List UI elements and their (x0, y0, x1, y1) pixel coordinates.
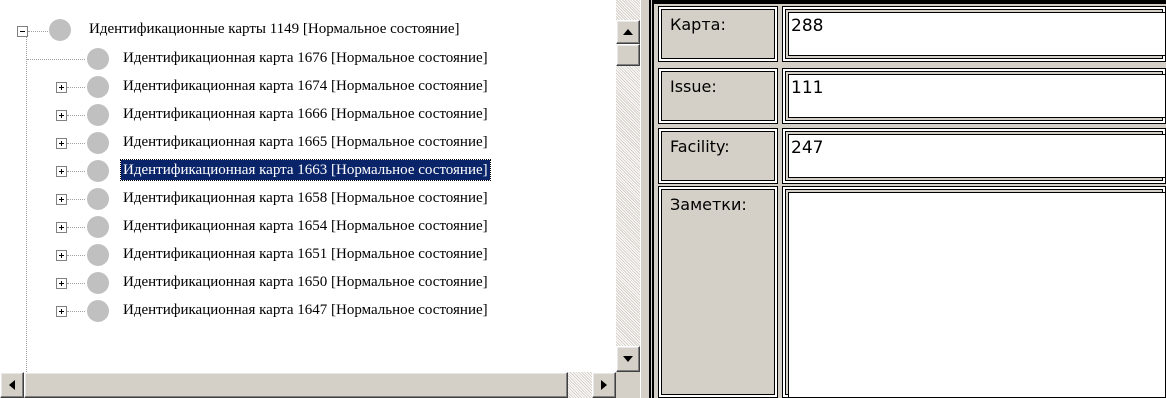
expand-expander-icon[interactable] (56, 250, 67, 261)
tree-node-root[interactable]: Идентификационные карты 1149 [Нормальное… (0, 18, 616, 46)
expand-expander-icon[interactable] (56, 306, 67, 317)
gray-circle-icon (87, 272, 109, 294)
tree-view-panel: Идентификационные карты 1149 [Нормальное… (0, 0, 640, 398)
scrollbar-thumb[interactable] (616, 44, 640, 66)
arrow-right-icon[interactable] (592, 372, 616, 398)
tree-node-label: Идентификационная карта 1658 [Нормальное… (123, 190, 488, 206)
expand-expander-icon[interactable] (56, 222, 67, 233)
arrow-down-icon[interactable] (616, 346, 640, 372)
card-label-cell: Карта: (658, 6, 778, 62)
tree-node[interactable]: Идентификационная карта 1647 [Нормальное… (0, 298, 616, 326)
gray-circle-icon (49, 19, 71, 41)
expand-expander-icon[interactable] (56, 110, 67, 121)
notes-value-cell (782, 186, 1166, 398)
tree-node-label: Идентификационная карта 1665 [Нормальное… (123, 134, 488, 150)
details-form: Карта: 288 Issue: 111 Facility: 247 Заме… (654, 0, 1166, 398)
gray-circle-icon (87, 132, 109, 154)
tree-node[interactable]: Идентификационная карта 1665 [Нормальное… (0, 130, 616, 158)
expand-expander-icon[interactable] (56, 166, 67, 177)
tree-node[interactable]: Идентификационная карта 1674 [Нормальное… (0, 74, 616, 102)
issue-value-cell: 111 (782, 68, 1166, 124)
tree-node-label: Идентификационная карта 1650 [Нормальное… (123, 274, 488, 290)
issue-label: Issue: (670, 77, 717, 96)
tree-node-label: Идентификационная карта 1654 [Нормальное… (123, 218, 488, 234)
gray-circle-icon (87, 104, 109, 126)
pane-splitter[interactable] (640, 0, 655, 398)
expand-expander-icon[interactable] (56, 278, 67, 289)
gray-circle-icon (87, 244, 109, 266)
facility-value-cell: 247 (782, 128, 1166, 184)
tree-node-label: Идентификационная карта 1647 [Нормальное… (123, 302, 488, 318)
issue-label-cell: Issue: (658, 68, 778, 124)
expand-expander-icon[interactable] (56, 194, 67, 205)
scrollbar-thumb[interactable] (24, 372, 568, 398)
tree-node[interactable]: Идентификационная карта 1666 [Нормальное… (0, 102, 616, 130)
expand-expander-icon[interactable] (56, 138, 67, 149)
tree-node[interactable]: Идентификационная карта 1651 [Нормальное… (0, 242, 616, 270)
expand-expander-icon[interactable] (56, 82, 67, 93)
scrollbar-corner (616, 372, 640, 398)
gray-circle-icon (87, 76, 109, 98)
notes-label: Заметки: (670, 195, 747, 214)
notes-textarea[interactable] (788, 192, 1166, 398)
arrow-up-icon[interactable] (616, 20, 640, 44)
card-value-cell: 288 (782, 6, 1166, 62)
notes-label-cell: Заметки: (658, 186, 778, 398)
gray-circle-icon (87, 160, 109, 182)
tree-node[interactable]: Идентификационная карта 1654 [Нормальное… (0, 214, 616, 242)
tree-node-label-selected: Идентификационная карта 1663 [Нормальное… (120, 159, 491, 181)
tree-node-label: Идентификационная карта 1651 [Нормальное… (123, 246, 488, 262)
card-field[interactable]: 288 (788, 12, 1166, 56)
facility-label-cell: Facility: (658, 128, 778, 184)
tree-list: Идентификационные карты 1149 [Нормальное… (0, 0, 616, 372)
tree-node-label: Идентификационная карта 1674 [Нормальное… (123, 78, 488, 94)
gray-circle-icon (87, 48, 109, 70)
collapse-expander-icon[interactable] (17, 26, 28, 37)
tree-node[interactable]: Идентификационная карта 1663 [Нормальное… (0, 158, 616, 186)
tree-node[interactable]: Идентификационная карта 1676 [Нормальное… (0, 46, 616, 74)
facility-label: Facility: (670, 137, 730, 156)
tree-node-label: Идентификационная карта 1676 [Нормальное… (123, 50, 488, 66)
tree-node[interactable]: Идентификационная карта 1658 [Нормальное… (0, 186, 616, 214)
gray-circle-icon (87, 188, 109, 210)
horizontal-scrollbar[interactable] (0, 372, 616, 398)
gray-circle-icon (87, 216, 109, 238)
tree-node-label: Идентификационные карты 1149 [Нормальное… (89, 21, 460, 37)
arrow-left-icon[interactable] (0, 372, 24, 398)
vertical-scrollbar[interactable] (616, 0, 640, 372)
facility-field[interactable]: 247 (788, 134, 1166, 178)
issue-field[interactable]: 111 (788, 74, 1166, 118)
tree-node[interactable]: Идентификационная карта 1650 [Нормальное… (0, 270, 616, 298)
card-label: Карта: (670, 15, 726, 34)
gray-circle-icon (87, 300, 109, 322)
tree-node-label: Идентификационная карта 1666 [Нормальное… (123, 106, 488, 122)
